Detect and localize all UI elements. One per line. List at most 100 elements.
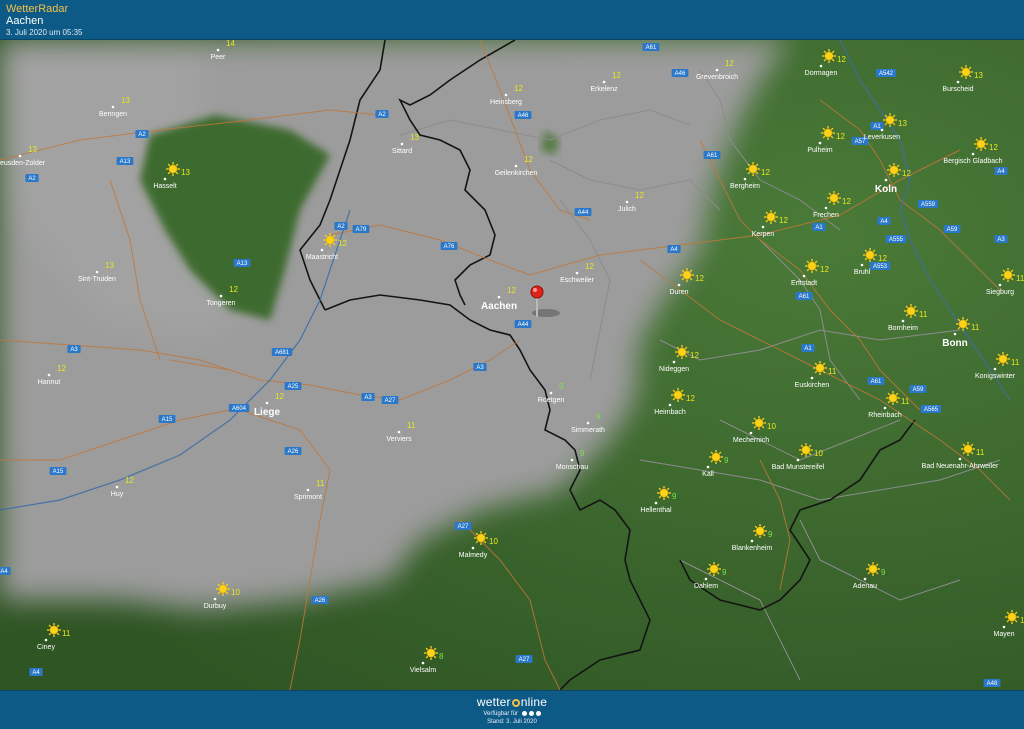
city-name: Ciney bbox=[37, 644, 55, 651]
road-sign: A13 bbox=[233, 259, 251, 267]
road-number: A1 bbox=[804, 346, 812, 352]
apple-icon[interactable] bbox=[521, 711, 527, 716]
road-number: A61 bbox=[646, 45, 657, 51]
city-name: Blankenheim bbox=[732, 545, 773, 552]
temperature: 12 bbox=[612, 71, 621, 80]
temperature: 9 bbox=[580, 449, 585, 458]
sun-icon bbox=[886, 391, 900, 405]
city-name: Sint-Truiden bbox=[78, 276, 116, 283]
road-number: A61 bbox=[871, 379, 882, 385]
city-name: Bergisch Gladbach bbox=[943, 158, 1002, 165]
radar-map-canvas[interactable]: A2A2A13A2A13A79A2A76A46A61A46A61A57A542A… bbox=[0, 40, 1024, 690]
city-name: Maastricht bbox=[306, 254, 338, 261]
sun-icon bbox=[822, 49, 836, 63]
temperature: 9 bbox=[559, 382, 564, 391]
road-sign: A25 bbox=[284, 382, 302, 390]
city-name: Erftstadt bbox=[791, 280, 817, 287]
city-name: Grevenbroich bbox=[696, 74, 738, 81]
road-sign: A553 bbox=[869, 262, 891, 270]
road-sign: A15 bbox=[49, 467, 67, 475]
windows-icon[interactable] bbox=[535, 711, 541, 716]
data-stand: Stand: 3. Juli 2020 bbox=[487, 719, 537, 725]
city-name: Hasselt bbox=[153, 183, 176, 190]
road-number: A2 bbox=[28, 176, 36, 182]
temperature: 11 bbox=[976, 448, 985, 457]
sun-icon bbox=[887, 163, 901, 177]
city-name: Bruhl bbox=[854, 269, 871, 276]
temperature: 12 bbox=[842, 197, 851, 206]
sun-icon bbox=[323, 233, 337, 247]
sun-icon bbox=[959, 65, 973, 79]
temperature: 11 bbox=[62, 629, 71, 638]
sun-icon bbox=[47, 623, 61, 637]
temperature: 12 bbox=[635, 191, 644, 200]
city-name: Kall bbox=[702, 471, 714, 478]
road-sign: A4 bbox=[29, 668, 43, 676]
temperature: 10 bbox=[231, 588, 240, 597]
sun-icon bbox=[746, 162, 760, 176]
city-name: Euskirchen bbox=[795, 382, 830, 389]
city-name: Beringen bbox=[99, 111, 127, 118]
brand-logo[interactable]: wetter nline bbox=[0, 695, 1024, 709]
temperature: 13 bbox=[121, 96, 130, 105]
road-sign: A59 bbox=[909, 385, 927, 393]
road-number: A44 bbox=[578, 210, 589, 216]
road-number: A4 bbox=[0, 569, 8, 575]
road-sign: A76 bbox=[440, 242, 458, 250]
city-name: Bad Munstereifel bbox=[772, 464, 825, 471]
sun-icon bbox=[424, 646, 438, 660]
road-sign: A15 bbox=[158, 415, 176, 423]
road-sign: A2 bbox=[375, 110, 389, 118]
city-name: Burscheid bbox=[942, 86, 973, 93]
city-name: Mechernich bbox=[733, 437, 769, 444]
sun-icon bbox=[675, 345, 689, 359]
temperature: 12 bbox=[725, 59, 734, 68]
city-name: Mayen bbox=[993, 631, 1014, 638]
app-footer: wetter nline Verfügbar für Stand: 3. Juli… bbox=[0, 690, 1024, 729]
road-number: A26 bbox=[315, 598, 326, 604]
road-sign: A2 bbox=[334, 222, 348, 230]
road-sign: A26 bbox=[311, 596, 329, 604]
city-name: Bad Neuenahr-Ahrweiler bbox=[922, 463, 999, 470]
temperature: 13 bbox=[410, 133, 419, 142]
temperature: 12 bbox=[878, 254, 887, 263]
sun-icon bbox=[657, 486, 671, 500]
road-sign: A61 bbox=[703, 151, 721, 159]
sun-icon bbox=[805, 259, 819, 273]
temperature: 12 bbox=[585, 262, 594, 271]
road-number: A1 bbox=[873, 124, 881, 130]
sun-icon bbox=[974, 137, 988, 151]
sun-icon bbox=[474, 531, 488, 545]
road-sign: A3 bbox=[361, 393, 375, 401]
road-sign: A3 bbox=[473, 363, 487, 371]
road-number: A15 bbox=[162, 417, 173, 423]
city-name: Peer bbox=[211, 54, 226, 61]
sun-icon bbox=[904, 304, 918, 318]
sun-icon bbox=[799, 443, 813, 457]
temperature: 12 bbox=[761, 168, 770, 177]
location-name: Aachen bbox=[6, 15, 44, 27]
road-sign: A2 bbox=[135, 130, 149, 138]
road-sign: A565 bbox=[920, 405, 942, 413]
road-number: A46 bbox=[518, 113, 529, 119]
city-name: Sittard bbox=[392, 148, 412, 155]
sun-icon bbox=[961, 442, 975, 456]
radar-map[interactable]: A2 A2 A13 A2 A13 A79 A2 A76 A46 A61 A46 A61 A57 A542 A… bbox=[0, 40, 1024, 690]
road-sign: A27 bbox=[381, 396, 399, 404]
city-name: Heusden-Zolder bbox=[0, 160, 46, 167]
temperature: 14 bbox=[226, 40, 235, 48]
android-icon[interactable] bbox=[528, 711, 534, 716]
temperature: 11 bbox=[901, 397, 910, 406]
temperature: 11 bbox=[1016, 274, 1024, 283]
road-sign: A1 bbox=[812, 223, 826, 231]
sun-icon bbox=[166, 162, 180, 176]
temperature: 9 bbox=[881, 568, 886, 577]
road-number: A2 bbox=[337, 224, 345, 230]
city-name: Nideggen bbox=[659, 366, 689, 373]
city-name: Malmedy bbox=[459, 552, 488, 559]
road-number: A61 bbox=[799, 294, 810, 300]
road-sign: A79 bbox=[352, 225, 370, 233]
city-name: Monschau bbox=[556, 464, 588, 471]
brand-o-icon bbox=[511, 699, 520, 707]
road-number: A13 bbox=[120, 159, 131, 165]
